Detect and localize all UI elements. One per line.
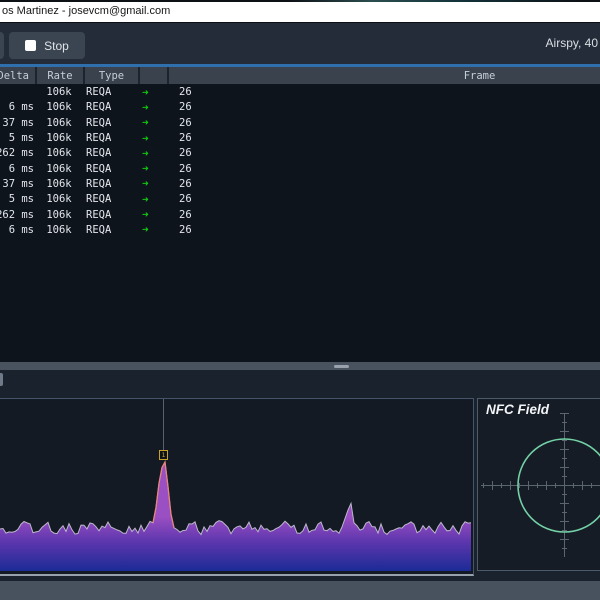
direction-arrow-icon: ➜ xyxy=(142,146,149,160)
cell-type: REQA xyxy=(86,132,112,145)
cell-rate: 106k xyxy=(46,147,72,160)
nfc-field-scope xyxy=(481,413,600,557)
splitter-handle-icon xyxy=(334,365,349,368)
cell-delta: 262 ms xyxy=(0,208,34,221)
peak-marker[interactable]: 1 xyxy=(159,450,168,460)
cell-rate: 106k xyxy=(46,132,72,145)
cell-frame: 26 xyxy=(179,132,192,145)
cell-type: REQA xyxy=(86,177,112,190)
spectrum-plot[interactable]: 1 xyxy=(0,398,474,576)
column-header-delta[interactable]: Delta xyxy=(0,67,35,84)
cell-rate: 106k xyxy=(46,193,72,206)
cell-delta: 5 ms xyxy=(8,193,34,206)
cell-type: REQA xyxy=(86,86,112,99)
cell-frame: 26 xyxy=(179,223,192,236)
window-title: os Martinez - josevcm@gmail.com xyxy=(2,5,171,17)
frames-table: Delta Rate Type Frame 106k REQA ➜ 26 6 m… xyxy=(0,67,600,362)
cell-frame: 26 xyxy=(179,147,192,160)
table-row[interactable]: 262 ms 106k REQA ➜ 26 xyxy=(0,146,600,161)
cell-rate: 106k xyxy=(46,101,72,114)
cell-rate: 106k xyxy=(46,162,72,175)
direction-arrow-icon: ➜ xyxy=(142,162,149,176)
column-header-type[interactable]: Type xyxy=(83,67,138,84)
app-window: os Martinez - josevcm@gmail.com Stop Air… xyxy=(0,0,600,600)
table-body: 106k REQA ➜ 26 6 ms 106k REQA ➜ 26 37 ms… xyxy=(0,85,600,238)
cell-rate: 106k xyxy=(46,86,72,99)
partial-toolbar-button[interactable] xyxy=(0,32,4,59)
cell-delta: 37 ms xyxy=(2,116,34,129)
cell-type: REQA xyxy=(86,147,112,160)
direction-arrow-icon: ➜ xyxy=(142,192,149,206)
partial-panel-edge xyxy=(0,373,3,386)
table-row[interactable]: 262 ms 106k REQA ➜ 26 xyxy=(0,207,600,222)
cell-delta: 6 ms xyxy=(8,223,34,236)
cell-rate: 106k xyxy=(46,177,72,190)
cell-type: REQA xyxy=(86,162,112,175)
table-row[interactable]: 6 ms 106k REQA ➜ 26 xyxy=(0,100,600,115)
cell-frame: 26 xyxy=(179,116,192,129)
stop-icon xyxy=(25,40,37,51)
table-row[interactable]: 6 ms 106k REQA ➜ 26 xyxy=(0,222,600,237)
table-row[interactable]: 5 ms 106k REQA ➜ 26 xyxy=(0,130,600,145)
peak-marker-label: 1 xyxy=(161,450,166,459)
direction-arrow-icon: ➜ xyxy=(142,208,149,222)
stop-button-label: Stop xyxy=(44,38,69,53)
toolbar: Stop Airspy, 40 xyxy=(0,22,600,64)
cell-type: REQA xyxy=(86,223,112,236)
cell-frame: 26 xyxy=(179,101,192,114)
cell-frame: 26 xyxy=(179,208,192,221)
table-row[interactable]: 106k REQA ➜ 26 xyxy=(0,85,600,100)
cell-type: REQA xyxy=(86,101,112,114)
direction-arrow-icon: ➜ xyxy=(142,131,149,145)
column-header-frame[interactable]: Frame xyxy=(167,67,600,84)
cell-rate: 106k xyxy=(46,208,72,221)
cell-type: REQA xyxy=(86,208,112,221)
direction-arrow-icon: ➜ xyxy=(142,223,149,237)
table-row[interactable]: 6 ms 106k REQA ➜ 26 xyxy=(0,161,600,176)
direction-arrow-icon: ➜ xyxy=(142,85,149,99)
cell-frame: 26 xyxy=(179,193,192,206)
direction-arrow-icon: ➜ xyxy=(142,116,149,130)
table-row[interactable]: 37 ms 106k REQA ➜ 26 xyxy=(0,176,600,191)
cell-delta: 6 ms xyxy=(8,101,34,114)
cell-delta: 37 ms xyxy=(2,177,34,190)
cell-frame: 26 xyxy=(179,177,192,190)
cell-type: REQA xyxy=(86,116,112,129)
window-titlebar[interactable]: os Martinez - josevcm@gmail.com xyxy=(0,2,600,22)
table-row[interactable]: 37 ms 106k REQA ➜ 26 xyxy=(0,115,600,130)
horizontal-splitter[interactable] xyxy=(0,362,600,370)
table-row[interactable]: 5 ms 106k REQA ➜ 26 xyxy=(0,192,600,207)
cell-delta: 262 ms xyxy=(0,147,34,160)
stop-button[interactable]: Stop xyxy=(9,32,85,59)
cell-delta xyxy=(0,85,35,100)
nfc-field-panel: NFC Field xyxy=(477,398,600,571)
device-status-label: Airspy, 40 xyxy=(545,36,598,50)
column-header-rate[interactable]: Rate xyxy=(35,67,83,84)
cell-delta: 5 ms xyxy=(8,132,34,145)
cell-type: REQA xyxy=(86,193,112,206)
bottom-splitter-bar[interactable] xyxy=(0,581,600,600)
column-header-direction[interactable] xyxy=(138,67,167,84)
spectrum-waveform xyxy=(0,399,472,571)
direction-arrow-icon: ➜ xyxy=(142,100,149,114)
cell-frame: 26 xyxy=(179,86,192,99)
cell-delta: 6 ms xyxy=(8,162,34,175)
nfc-field-title: NFC Field xyxy=(486,402,549,417)
table-header-row: Delta Rate Type Frame xyxy=(0,67,600,84)
cell-rate: 106k xyxy=(46,223,72,236)
direction-arrow-icon: ➜ xyxy=(142,177,149,191)
cell-rate: 106k xyxy=(46,116,72,129)
cell-frame: 26 xyxy=(179,162,192,175)
